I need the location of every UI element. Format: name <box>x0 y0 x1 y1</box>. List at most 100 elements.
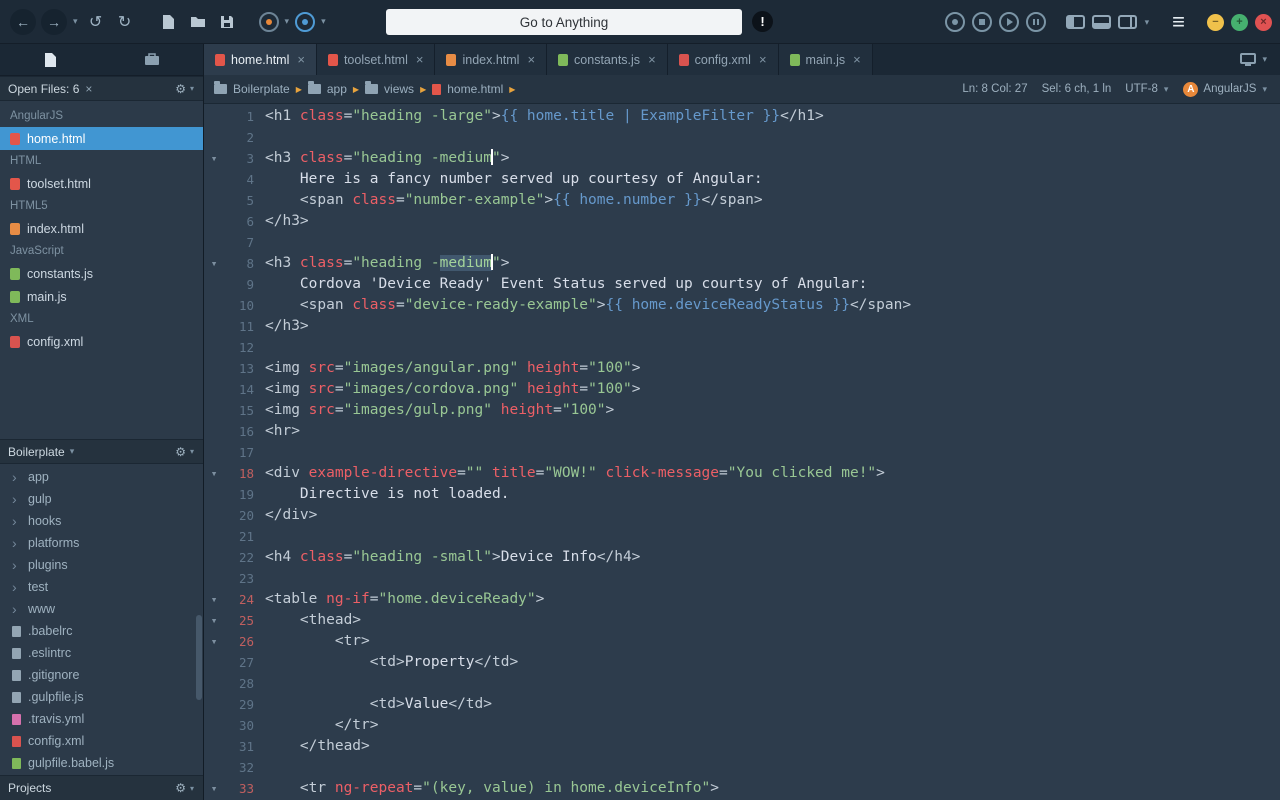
fold-arrow-icon[interactable]: ▾ <box>204 610 224 631</box>
main-menu-icon[interactable]: ≡ <box>1170 11 1187 33</box>
code-line[interactable]: 7 <box>204 232 1280 253</box>
tree-folder-hooks[interactable]: ›hooks <box>0 510 203 532</box>
code-line[interactable]: 12 <box>204 337 1280 358</box>
check-syntax-icon[interactable] <box>259 12 279 32</box>
tab-config.xml[interactable]: config.xml× <box>668 44 779 75</box>
tree-folder-gulp[interactable]: ›gulp <box>0 488 203 510</box>
breadcrumb-item-views[interactable]: views <box>365 82 414 96</box>
fold-arrow-icon[interactable]: ▾ <box>204 463 224 484</box>
tab-home.html[interactable]: home.html× <box>204 44 317 75</box>
redo-button[interactable]: ↻ <box>113 10 137 34</box>
play-macro-icon[interactable] <box>999 12 1019 32</box>
close-icon[interactable]: × <box>759 52 767 67</box>
window-maximize-button[interactable]: + <box>1231 14 1248 31</box>
tree-file-.gulpfile.js[interactable]: .gulpfile.js <box>0 686 203 708</box>
places-dropdown-icon[interactable]: ▾ <box>70 446 75 457</box>
browser-preview-dropdown-icon[interactable]: ▾ <box>321 16 326 27</box>
toolbox-pane-tab[interactable] <box>102 44 204 75</box>
code-line[interactable]: 20</div> <box>204 505 1280 526</box>
code-line[interactable]: 27 <td>Property</td> <box>204 652 1280 673</box>
tab-toolset.html[interactable]: toolset.html× <box>317 44 436 75</box>
toggle-bottom-pane-icon[interactable] <box>1092 15 1111 29</box>
open-file-home.html[interactable]: home.html <box>0 127 203 150</box>
code-line[interactable]: 23 <box>204 568 1280 589</box>
tree-file-config.xml[interactable]: config.xml <box>0 730 203 752</box>
tree-folder-test[interactable]: ›test <box>0 576 203 598</box>
code-line[interactable]: 1<h1 class="heading -large">{{ home.titl… <box>204 106 1280 127</box>
code-line[interactable]: ▾18<div example-directive="" title="WOW!… <box>204 463 1280 484</box>
code-line[interactable]: 9 Cordova 'Device Ready' Event Status se… <box>204 274 1280 295</box>
check-syntax-dropdown-icon[interactable]: ▾ <box>285 16 290 27</box>
pause-macro-icon[interactable] <box>1026 12 1046 32</box>
code-line[interactable]: 22<h4 class="heading -small">Device Info… <box>204 547 1280 568</box>
code-line[interactable]: ▾3<h3 class="heading -medium"> <box>204 148 1280 169</box>
code-line[interactable]: 16<hr> <box>204 421 1280 442</box>
toggle-left-pane-icon[interactable] <box>1066 15 1085 29</box>
breadcrumb-item-Boilerplate[interactable]: Boilerplate <box>214 82 290 96</box>
fold-arrow-icon[interactable]: ▾ <box>204 778 224 799</box>
tree-file-.babelrc[interactable]: .babelrc <box>0 620 203 642</box>
code-line[interactable]: 19 Directive is not loaded. <box>204 484 1280 505</box>
code-line[interactable]: 17 <box>204 442 1280 463</box>
close-icon[interactable]: × <box>297 52 305 67</box>
open-file-config.xml[interactable]: config.xml <box>0 330 203 353</box>
open-file-toolset.html[interactable]: toolset.html <box>0 172 203 195</box>
code-line[interactable]: 10 <span class="device-ready-example">{{… <box>204 295 1280 316</box>
close-icon[interactable]: × <box>527 52 535 67</box>
places-gear-icon[interactable]: ⚙ <box>175 445 186 459</box>
language-selector[interactable]: A AngularJS ▾ <box>1183 82 1268 97</box>
notification-icon[interactable]: ! <box>752 11 773 32</box>
tab-main.js[interactable]: main.js× <box>779 44 873 75</box>
sidebar-scrollbar[interactable] <box>196 615 202 700</box>
places-title[interactable]: Boilerplate <box>8 445 65 459</box>
code-line[interactable]: ▾8<h3 class="heading -medium"> <box>204 253 1280 274</box>
places-gear-dropdown-icon[interactable]: ▾ <box>190 447 194 456</box>
tree-folder-app[interactable]: ›app <box>0 466 203 488</box>
stop-macro-icon[interactable] <box>972 12 992 32</box>
open-file-main.js[interactable]: main.js <box>0 285 203 308</box>
breadcrumb-item-app[interactable]: app <box>308 82 347 96</box>
code-line[interactable]: 29 <td>Value</td> <box>204 694 1280 715</box>
undo-button[interactable]: ↺ <box>84 10 108 34</box>
tree-folder-platforms[interactable]: ›platforms <box>0 532 203 554</box>
tab-constants.js[interactable]: constants.js× <box>547 44 668 75</box>
projects-title[interactable]: Projects <box>8 781 51 795</box>
files-pane-tab[interactable] <box>0 44 102 75</box>
close-icon[interactable]: × <box>853 52 861 67</box>
close-icon[interactable]: × <box>648 52 656 67</box>
code-line[interactable]: 31 </thead> <box>204 736 1280 757</box>
pane-layout-dropdown-icon[interactable]: ▾ <box>1145 17 1150 28</box>
back-button[interactable]: ← <box>10 9 36 35</box>
tab-list-dropdown-icon[interactable]: ▾ <box>1262 54 1267 65</box>
code-line[interactable]: 13<img src="images/angular.png" height="… <box>204 358 1280 379</box>
open-files-gear-icon[interactable]: ⚙ <box>175 82 186 96</box>
open-folder-icon[interactable] <box>186 10 210 34</box>
projects-gear-icon[interactable]: ⚙ <box>175 781 186 795</box>
tree-file-.gitignore[interactable]: .gitignore <box>0 664 203 686</box>
tab-list-icon[interactable] <box>1240 53 1256 66</box>
projects-gear-dropdown-icon[interactable]: ▾ <box>190 784 194 793</box>
fold-arrow-icon[interactable]: ▾ <box>204 148 224 169</box>
code-line[interactable]: ▾24<table ng-if="home.deviceReady"> <box>204 589 1280 610</box>
code-editor[interactable]: 1<h1 class="heading -large">{{ home.titl… <box>204 104 1280 800</box>
record-macro-icon[interactable] <box>945 12 965 32</box>
close-icon[interactable]: × <box>416 52 424 67</box>
code-line[interactable]: 4 Here is a fancy number served up court… <box>204 169 1280 190</box>
fold-arrow-icon[interactable]: ▾ <box>204 631 224 652</box>
encoding-selector[interactable]: UTF-8 ▾ <box>1125 83 1169 95</box>
code-line[interactable]: 21 <box>204 526 1280 547</box>
nav-history-dropdown-icon[interactable]: ▾ <box>73 16 78 27</box>
code-line[interactable]: 32 <box>204 757 1280 778</box>
tree-folder-plugins[interactable]: ›plugins <box>0 554 203 576</box>
code-line[interactable]: 28 <box>204 673 1280 694</box>
code-line[interactable]: ▾25 <thead> <box>204 610 1280 631</box>
go-to-anything-input[interactable] <box>386 9 742 35</box>
code-line[interactable]: 6</h3> <box>204 211 1280 232</box>
tree-file-.eslintrc[interactable]: .eslintrc <box>0 642 203 664</box>
open-files-close-icon[interactable]: × <box>85 82 92 96</box>
open-file-index.html[interactable]: index.html <box>0 217 203 240</box>
code-line[interactable]: 15<img src="images/gulp.png" height="100… <box>204 400 1280 421</box>
code-line[interactable]: 14<img src="images/cordova.png" height="… <box>204 379 1280 400</box>
save-icon[interactable] <box>215 10 239 34</box>
window-close-button[interactable]: × <box>1255 14 1272 31</box>
